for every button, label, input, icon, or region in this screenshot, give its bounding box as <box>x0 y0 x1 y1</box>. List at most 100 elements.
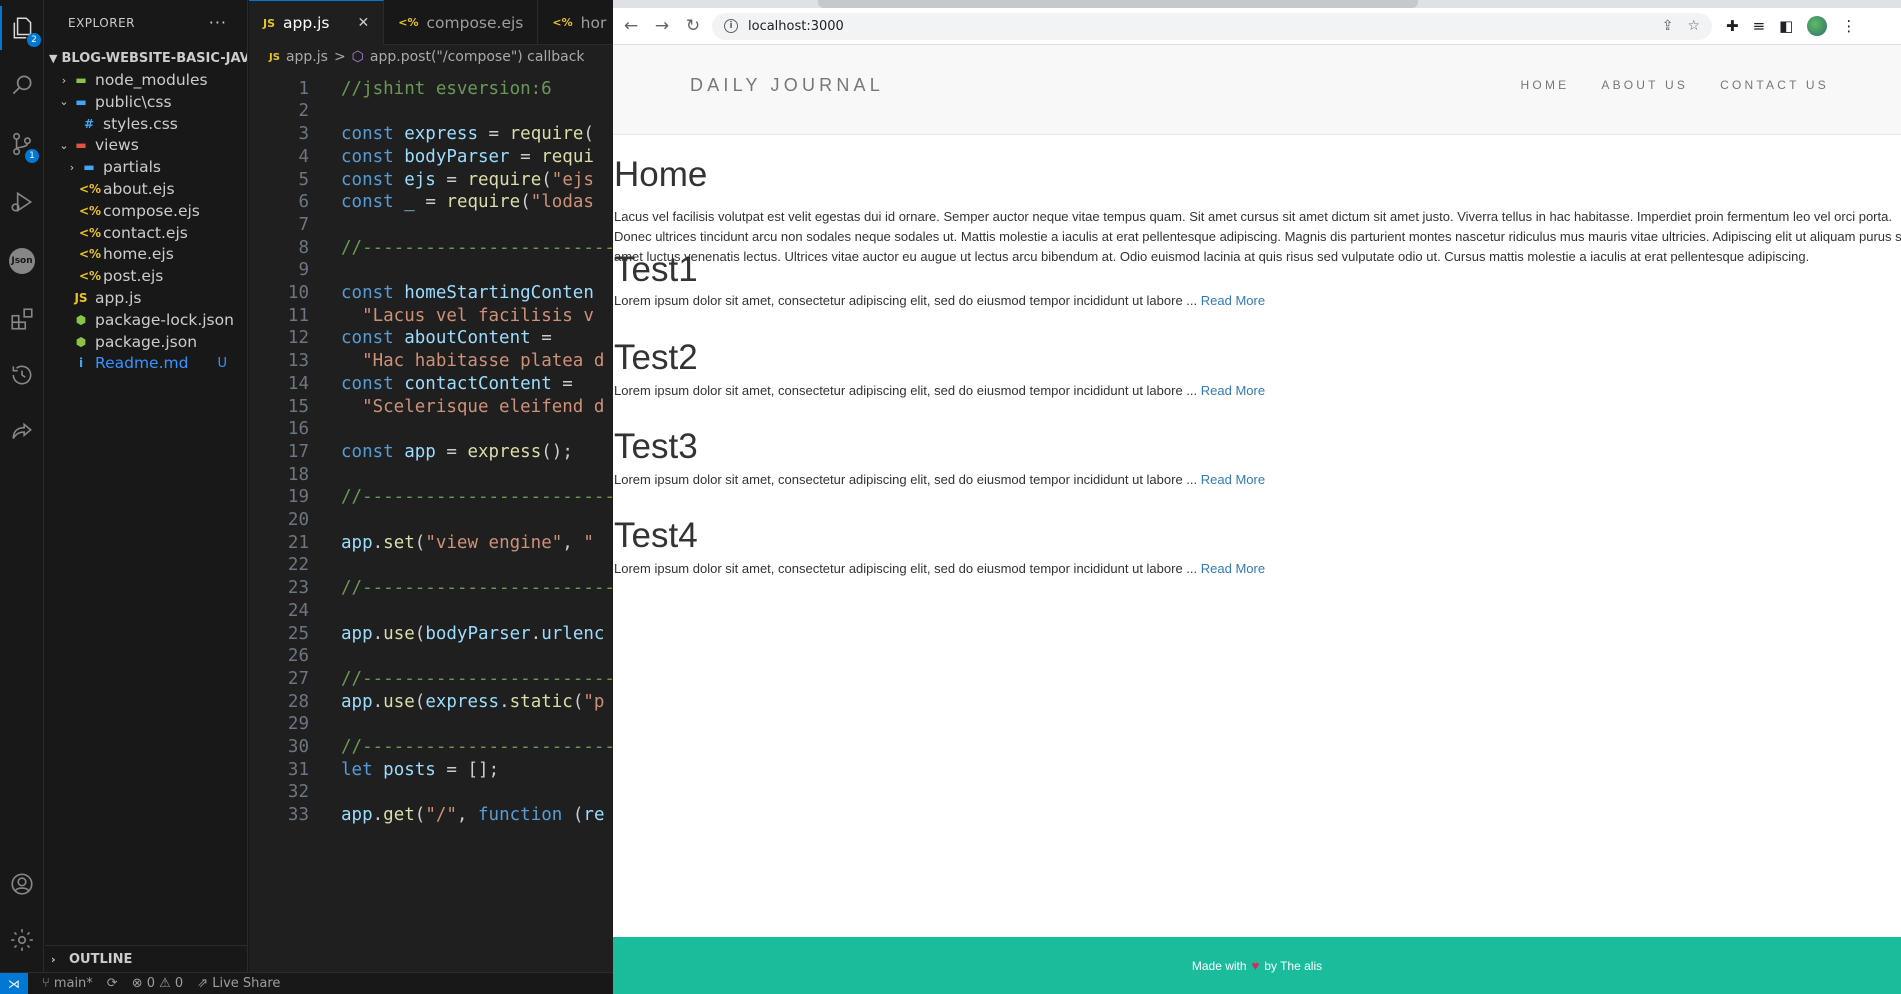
explorer-icon[interactable]: 2 <box>0 6 44 50</box>
media-queue-icon[interactable]: ≡ <box>1753 17 1766 35</box>
post-excerpt-text: Lorem ipsum dolor sit amet, consectetur … <box>614 383 1198 398</box>
json-extension-icon[interactable]: Json <box>0 239 44 283</box>
chevron-down-icon: ⌄ <box>59 138 69 152</box>
activity-bar: 2 1 Json <box>0 0 44 972</box>
explorer-header: EXPLORER ··· <box>45 0 247 45</box>
line-number: 19 <box>287 487 309 508</box>
code-text: "Lacus vel facilisis v <box>362 305 594 326</box>
forward-arrow-icon[interactable]: → <box>649 13 675 39</box>
live-share-status[interactable]: ⇗ Live Share <box>197 976 280 991</box>
tree-item-label: app.js <box>95 289 142 307</box>
line-number: 21 <box>287 532 309 553</box>
menu-kebab-icon[interactable]: ⋮ <box>1841 17 1856 35</box>
more-actions-button[interactable]: ··· <box>209 13 227 32</box>
ejs-file-icon: <% <box>79 247 102 262</box>
line-number: 6 <box>298 192 309 213</box>
run-debug-icon[interactable] <box>0 180 44 224</box>
folder-icon: ▬ <box>83 160 95 175</box>
site-footer: Made with ♥ by The alis <box>613 937 1901 994</box>
source-control-icon[interactable]: 1 <box>0 122 44 166</box>
profile-avatar[interactable] <box>1807 16 1828 36</box>
line-number: 22 <box>287 555 309 576</box>
tab-label: app.js <box>283 14 330 32</box>
breadcrumb-symbol[interactable]: app.post("/compose") callback <box>370 49 585 65</box>
line-number: 4 <box>298 146 309 167</box>
post-title: Test1 <box>614 250 698 289</box>
side-panel-icon[interactable]: ◧ <box>1779 17 1793 35</box>
code-text: const homeStartingConten <box>341 283 594 304</box>
nav-home[interactable]: HOME <box>1521 78 1570 92</box>
branch-status[interactable]: main* <box>54 976 93 991</box>
settings-gear-icon[interactable] <box>0 918 44 962</box>
code-text: const ejs = require("ejs <box>341 169 594 190</box>
nav-about-us[interactable]: ABOUT US <box>1601 78 1688 92</box>
site-navbar: DAILY JOURNAL HOME ABOUT US CONTACT US <box>613 45 1901 135</box>
read-more-link[interactable]: Read More <box>1201 561 1265 576</box>
line-number: 27 <box>287 668 309 689</box>
tab-app-js[interactable]: JS app.js ✕ <box>249 0 385 45</box>
close-icon[interactable]: ✕ <box>358 15 370 31</box>
browser-tab-strip <box>613 0 1901 8</box>
line-number: 26 <box>287 646 309 667</box>
line-number: 11 <box>287 305 309 326</box>
post-excerpt: Lorem ipsum dolor sit amet, consectetur … <box>614 561 1265 576</box>
site-info-icon[interactable]: i <box>724 19 738 33</box>
tab-compose-ejs[interactable]: <% compose.ejs <box>384 0 539 45</box>
tree-item-readme-md[interactable]: i Readme.md U <box>45 350 247 376</box>
code-text: //------------------------- <box>341 737 613 758</box>
code-text: //------------------------- <box>341 668 613 689</box>
live-share-label: Live Share <box>212 976 281 991</box>
breadcrumb-file[interactable]: app.js <box>286 49 328 65</box>
tab-label: compose.ejs <box>426 13 524 32</box>
share-icon[interactable]: ⇪ <box>1662 18 1674 34</box>
tree-item-label: public\css <box>95 92 172 111</box>
read-more-link[interactable]: Read More <box>1201 472 1265 487</box>
code-text: //jshint esversion:6 <box>341 78 552 99</box>
code-line[interactable]: 33 app.get("/", function (re <box>249 801 605 829</box>
live-share-icon[interactable] <box>0 410 44 454</box>
site-brand[interactable]: DAILY JOURNAL <box>690 75 884 96</box>
line-number: 29 <box>287 714 309 735</box>
tab-home-ejs[interactable]: <% hor <box>538 0 613 45</box>
outline-section[interactable]: › OUTLINE <box>45 945 247 972</box>
nav-contact-us[interactable]: CONTACT US <box>1720 78 1829 92</box>
browser-toolbar: ← → ↻ i localhost:3000 ⇪ ☆ ✚ ≡ ◧ ⋮ <box>613 8 1901 45</box>
line-number: 20 <box>287 510 309 531</box>
folder-icon: ▬ <box>75 138 87 153</box>
json-file-icon: ⬢ <box>75 334 87 349</box>
code-text: app.set("view engine", " <box>341 532 594 553</box>
code-text: let posts = []; <box>341 759 500 780</box>
search-icon[interactable] <box>0 63 44 107</box>
line-number: 18 <box>287 464 309 485</box>
chevron-down-icon: ⌄ <box>59 95 69 109</box>
reload-icon[interactable]: ↻ <box>680 13 706 39</box>
tree-item-label: partials <box>103 158 161 177</box>
line-number: 3 <box>298 124 309 145</box>
line-number: 14 <box>287 373 309 394</box>
tree-item-label: views <box>95 136 139 155</box>
accounts-icon[interactable] <box>0 862 44 906</box>
line-number: 13 <box>287 351 309 372</box>
browser-tab[interactable] <box>818 0 1418 8</box>
line-number: 33 <box>287 805 309 826</box>
read-more-link[interactable]: Read More <box>1201 293 1265 308</box>
address-bar[interactable]: i localhost:3000 ⇪ ☆ <box>712 12 1712 40</box>
extensions-puzzle-icon[interactable]: ✚ <box>1726 17 1739 35</box>
bookmark-star-icon[interactable]: ☆ <box>1687 18 1700 34</box>
line-number: 7 <box>298 214 309 235</box>
sync-icon[interactable]: ⟳ <box>107 976 118 991</box>
problems-status[interactable]: ⊗ 0 ⚠ 0 <box>132 976 184 991</box>
remote-icon[interactable]: ⋊ <box>0 972 28 994</box>
ejs-file-icon: <% <box>79 203 102 218</box>
info-icon: i <box>78 356 84 371</box>
code-text: app.use(express.static("p <box>341 691 605 712</box>
heart-icon: ♥ <box>1251 958 1260 973</box>
line-number: 2 <box>298 101 309 122</box>
line-number: 23 <box>287 578 309 599</box>
timeline-icon[interactable] <box>0 353 44 397</box>
read-more-link[interactable]: Read More <box>1201 383 1265 398</box>
ejs-file-icon: <% <box>79 269 102 284</box>
extensions-icon[interactable] <box>0 297 44 341</box>
line-number: 28 <box>287 691 309 712</box>
back-arrow-icon[interactable]: ← <box>618 13 644 39</box>
